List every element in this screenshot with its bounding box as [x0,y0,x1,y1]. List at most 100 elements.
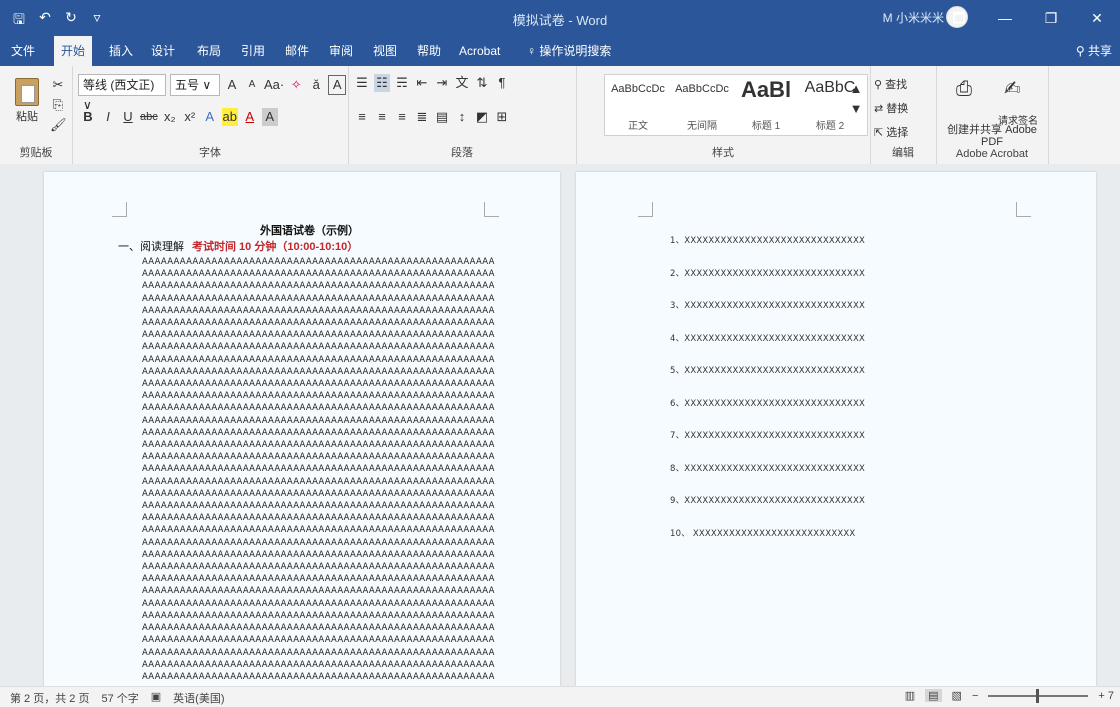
style-no-spacing-name: 无间隔 [687,121,717,132]
tab-insert[interactable]: 插入 [102,36,140,66]
format-painter-icon[interactable]: 🖌 [50,116,67,134]
grow-font-icon[interactable]: A [224,76,240,94]
page-2[interactable]: 1、XXXXXXXXXXXXXXXXXXXXXXXXXXXXXX 2、XXXXXX… [576,172,1096,686]
superscript-icon[interactable]: x² [182,108,198,126]
question-item: 7、XXXXXXXXXXXXXXXXXXXXXXXXXXXXXX [670,431,865,441]
subscript-icon[interactable]: x₂ [162,108,178,126]
numbering-icon[interactable]: ☷ [374,74,390,92]
print-layout-icon[interactable]: ▤ [925,689,942,702]
change-case-icon[interactable]: Aa· [264,76,284,94]
underline-icon[interactable]: U [120,108,136,126]
sort-icon[interactable]: ⇅ [474,74,490,92]
bullets-icon[interactable]: ☰ [354,74,370,92]
tab-file[interactable]: 文件 [4,36,42,66]
line-spacing-icon[interactable]: ↕ [454,108,470,126]
paste-button[interactable]: 粘贴 [10,78,44,124]
font-color-icon[interactable]: A [242,108,258,126]
passage-line: AAAAAAAAAAAAAAAAAAAAAAAAAAAAAAAAAAAAAAAA… [142,391,495,402]
minimize-button[interactable]: — [982,0,1028,36]
request-signature-button[interactable]: 请求签名 [998,112,1038,127]
show-marks-icon[interactable]: ¶ [494,74,510,92]
multilevel-list-icon[interactable]: ☴ [394,74,410,92]
decrease-indent-icon[interactable]: ⇤ [414,74,430,92]
increase-indent-icon[interactable]: ⇥ [434,74,450,92]
find-button[interactable]: ⚲ 查找 [874,76,907,92]
word-count[interactable]: 57 个字 [101,690,138,706]
user-name[interactable]: M 小米米米 [883,9,944,26]
tab-design[interactable]: 设计 [144,36,182,66]
shading-icon[interactable]: ◩ [474,108,490,126]
justify-icon[interactable]: ≣ [414,108,430,126]
copy-icon[interactable]: ⎘ [50,96,66,114]
styles-gallery: AaBbCcDc 正文 AaBbCcDc 无间隔 AaBl 标题 1 AaBbC… [604,74,868,136]
passage-line: AAAAAAAAAAAAAAAAAAAAAAAAAAAAAAAAAAAAAAAA… [142,549,495,560]
question-item: 3、XXXXXXXXXXXXXXXXXXXXXXXXXXXXXX [670,301,865,311]
bold-icon[interactable]: B [80,108,96,126]
zoom-in-level[interactable]: + 7 [1098,690,1114,702]
proofing-icon[interactable]: ▣ [151,690,161,706]
zoom-out-icon[interactable]: − [972,690,978,702]
cut-icon[interactable]: ✂ [50,76,66,94]
highlight-icon[interactable]: ab [221,108,238,126]
paste-icon [15,78,39,106]
replace-button[interactable]: ⇄ 替换 [874,100,908,116]
font-size-value: 五号 [175,78,200,92]
window-controls: 🗖 — ❐ ✕ [936,0,1120,36]
passage-line: AAAAAAAAAAAAAAAAAAAAAAAAAAAAAAAAAAAAAAAA… [142,269,495,280]
passage-line: AAAAAAAAAAAAAAAAAAAAAAAAAAAAAAAAAAAAAAAA… [142,342,495,353]
style-heading-1[interactable]: AaBl 标题 1 [735,75,797,135]
font-size-dropdown[interactable]: 五号 ∨ [170,74,220,96]
read-mode-icon[interactable]: ▥ [905,689,915,702]
select-button[interactable]: ⇱ 选择 [874,124,908,140]
tab-references[interactable]: 引用 [234,36,272,66]
character-border-icon[interactable]: A [328,75,347,95]
character-shading-icon[interactable]: A [261,108,278,126]
tab-layout[interactable]: 布局 [190,36,228,66]
restore-button[interactable]: ❐ [1028,0,1074,36]
passage-line: AAAAAAAAAAAAAAAAAAAAAAAAAAAAAAAAAAAAAAAA… [142,464,495,475]
create-share-pdf-button[interactable]: 创建并共享 Adobe PDF [942,124,1042,148]
text-effects-icon[interactable]: A [202,108,218,126]
page-count[interactable]: 第 2 页，共 2 页 [10,690,89,706]
tab-review[interactable]: 审阅 [322,36,360,66]
passage-line: AAAAAAAAAAAAAAAAAAAAAAAAAAAAAAAAAAAAAAAA… [142,513,495,524]
passage-line: AAAAAAAAAAAAAAAAAAAAAAAAAAAAAAAAAAAAAAAA… [142,257,495,267]
font-name-dropdown[interactable]: 等线 (西文正) ∨ [78,74,166,112]
tab-help[interactable]: 帮助 [410,36,448,66]
styles-scroll-up-icon[interactable]: ▲ [848,80,864,98]
language-indicator[interactable]: 英语(美国) [173,690,224,706]
tab-acrobat[interactable]: Acrobat [452,36,507,66]
document-workspace[interactable]: 外国语试卷（示例） 一、阅读理解 考试时间 10 分钟（10:00-10:10） … [0,164,1120,686]
tell-me-search[interactable]: ♀ 操作说明搜索 [520,36,618,66]
align-center-icon[interactable]: ≡ [374,108,390,126]
distributed-icon[interactable]: ▤ [434,108,450,126]
passage-line: AAAAAAAAAAAAAAAAAAAAAAAAAAAAAAAAAAAAAAAA… [142,379,495,390]
share-button[interactable]: ⚲ 共享 [1076,36,1112,66]
align-right-icon[interactable]: ≡ [394,108,410,126]
close-button[interactable]: ✕ [1074,0,1120,36]
clear-formatting-icon[interactable]: ✧ [288,76,304,94]
phonetic-guide-icon[interactable]: ǎ [308,76,324,94]
italic-icon[interactable]: I [100,108,116,126]
strikethrough-icon[interactable]: abc [140,108,158,126]
web-layout-icon[interactable]: ▧ [952,689,962,702]
passage-line: AAAAAAAAAAAAAAAAAAAAAAAAAAAAAAAAAAAAAAAA… [142,525,495,536]
align-left-icon[interactable]: ≡ [354,108,370,126]
reading-passage[interactable]: AAAAAAAAAAAAAAAAAAAAAAAAAAAAAAAAAAAAAAAA… [142,256,514,683]
page-1[interactable]: 外国语试卷（示例） 一、阅读理解 考试时间 10 分钟（10:00-10:10） … [44,172,560,686]
shrink-font-icon[interactable]: A [244,76,260,94]
question-item: 9、XXXXXXXXXXXXXXXXXXXXXXXXXXXXXX [670,496,865,506]
tab-view[interactable]: 视图 [366,36,404,66]
zoom-slider-thumb[interactable] [1036,688,1040,703]
zoom-slider[interactable] [988,688,1089,703]
ribbon-display-icon[interactable]: 🗖 [936,0,982,36]
tab-home[interactable]: 开始 [54,36,93,66]
asian-layout-icon[interactable]: 文 [454,74,470,92]
style-no-spacing[interactable]: AaBbCcDc 无间隔 [671,75,733,135]
tab-mailings[interactable]: 邮件 [278,36,316,66]
acrobat-group-label: Adobe Acrobat [955,148,1029,160]
styles-scroll-down-icon[interactable]: ▼ [848,100,864,118]
borders-icon[interactable]: ⊞ [494,108,510,126]
style-normal[interactable]: AaBbCcDc 正文 [607,75,669,135]
passage-line: AAAAAAAAAAAAAAAAAAAAAAAAAAAAAAAAAAAAAAAA… [142,293,495,304]
